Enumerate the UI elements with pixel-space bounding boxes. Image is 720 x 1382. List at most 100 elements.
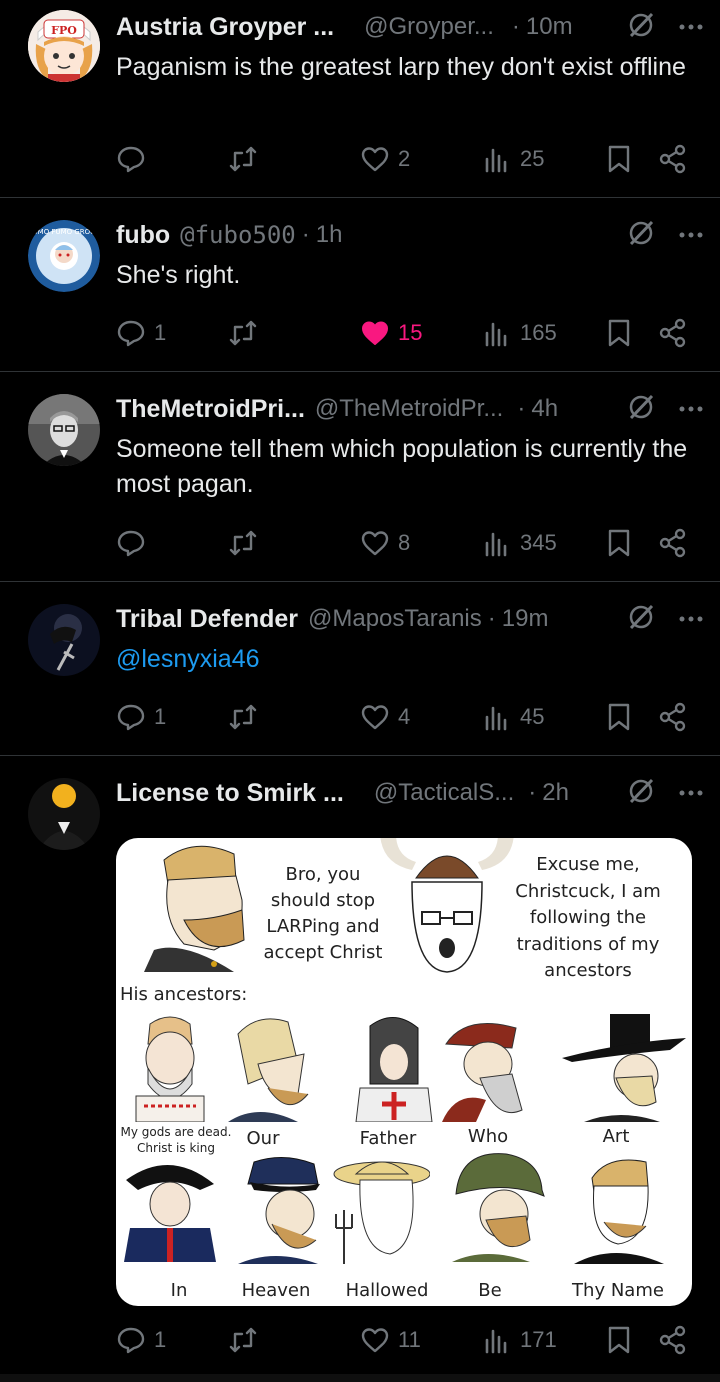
views-icon xyxy=(485,1329,507,1354)
display-name[interactable]: Austria Groyper ... xyxy=(116,13,334,42)
grok-icon[interactable] xyxy=(626,10,656,45)
views-button[interactable]: 165 xyxy=(482,316,557,350)
more-icon[interactable] xyxy=(678,18,704,36)
bookmark-icon xyxy=(608,703,630,731)
bookmark-icon xyxy=(608,145,630,173)
post-image[interactable]: Bro, you should stop LARPing and accept … xyxy=(116,838,692,1306)
napoleonic-ancestor-illustration xyxy=(124,1164,216,1262)
bookmark-button[interactable] xyxy=(604,1323,634,1357)
views-button[interactable]: 45 xyxy=(482,700,544,734)
display-name[interactable]: fubo xyxy=(116,221,170,250)
like-icon xyxy=(361,531,389,556)
avatar-ring-text: FUMO FUMO GROUP xyxy=(29,228,100,236)
grok-icon[interactable] xyxy=(626,392,656,427)
user-handle[interactable]: @MaposTaranis xyxy=(308,605,482,633)
separator-dot: · xyxy=(528,779,537,806)
like-button[interactable]: 8 xyxy=(360,526,410,560)
views-button[interactable]: 171 xyxy=(482,1323,557,1357)
like-button[interactable]: 15 xyxy=(360,316,422,350)
like-count: 15 xyxy=(398,320,423,345)
like-button[interactable]: 2 xyxy=(360,142,410,176)
modern-ancestor-illustration xyxy=(574,1159,664,1264)
post-actions: 1 11 171 xyxy=(116,1323,690,1357)
views-button[interactable]: 25 xyxy=(482,142,544,176)
like-button[interactable]: 4 xyxy=(360,700,410,734)
repost-button[interactable] xyxy=(228,700,266,734)
bookmark-button[interactable] xyxy=(604,316,634,350)
views-icon xyxy=(485,706,507,731)
display-name[interactable]: Tribal Defender xyxy=(116,605,298,634)
like-button[interactable]: 11 xyxy=(360,1323,421,1357)
share-button[interactable] xyxy=(658,142,688,176)
reply-button[interactable] xyxy=(116,526,154,560)
repost-button[interactable] xyxy=(228,316,266,350)
avatar[interactable] xyxy=(28,394,100,466)
reply-button[interactable]: 1 xyxy=(116,700,166,734)
grok-icon[interactable] xyxy=(626,218,656,253)
ww2-soldier-ancestor-illustration xyxy=(452,1153,545,1262)
post-time[interactable]: 10m xyxy=(526,13,573,41)
repost-button[interactable] xyxy=(228,142,266,176)
avatar-cap-text: FPO xyxy=(51,24,77,37)
header-actions xyxy=(626,392,704,426)
caption-be: Be xyxy=(478,1280,502,1301)
post-actions: 2 25 xyxy=(116,142,690,176)
share-button[interactable] xyxy=(658,1323,688,1357)
share-button[interactable] xyxy=(658,316,688,350)
user-handle[interactable]: @TheMetroidPr... xyxy=(315,395,503,423)
reply-button[interactable]: 1 xyxy=(116,1323,166,1357)
mention-link[interactable]: @lesnyxia46 xyxy=(116,642,690,677)
user-handle[interactable]: @Groyper... xyxy=(364,13,494,41)
post[interactable]: License to Smirk ... @TacticalS... · 2h … xyxy=(0,756,720,1382)
share-button[interactable] xyxy=(658,526,688,560)
repost-icon xyxy=(229,146,257,172)
reply-button[interactable]: 1 xyxy=(116,316,166,350)
post-text: She's right. xyxy=(116,261,241,289)
small-caption: My gods are dead. Christ is king xyxy=(120,1125,232,1155)
avatar[interactable] xyxy=(28,778,100,850)
bookmark-button[interactable] xyxy=(604,700,634,734)
user-handle[interactable]: @fubo500 xyxy=(180,221,296,249)
separator-dot: · xyxy=(487,605,496,632)
display-name[interactable]: TheMetroidPri... xyxy=(116,395,305,424)
post-time[interactable]: 4h xyxy=(531,395,558,423)
more-icon[interactable] xyxy=(678,610,704,628)
post-time[interactable]: 2h xyxy=(542,779,569,807)
post-header: fubo @fubo500 · 1h xyxy=(116,218,704,252)
share-button[interactable] xyxy=(658,700,688,734)
viking-ancestor-illustration xyxy=(228,1018,309,1122)
post-actions: 8 345 xyxy=(116,526,690,560)
views-icon xyxy=(485,148,507,173)
post-time[interactable]: 1h xyxy=(316,221,343,249)
like-icon xyxy=(361,1328,389,1353)
post[interactable]: TheMetroidPri... @TheMetroidPr... · 4h S… xyxy=(0,372,720,582)
left-speech-text: Bro, you should stop LARPing and accept … xyxy=(263,864,383,963)
grok-icon[interactable] xyxy=(626,602,656,637)
union-soldier-ancestor-illustration xyxy=(238,1157,320,1264)
caption-father: Father xyxy=(359,1128,417,1149)
avatar[interactable]: FUMO FUMO GROUP xyxy=(28,220,100,292)
more-icon[interactable] xyxy=(678,784,704,802)
view-count: 171 xyxy=(520,1327,557,1352)
more-icon[interactable] xyxy=(678,226,704,244)
avatar[interactable]: FPO xyxy=(28,10,100,82)
views-button[interactable]: 345 xyxy=(482,526,557,560)
display-name[interactable]: License to Smirk ... xyxy=(116,779,344,808)
caption-our: Our xyxy=(246,1128,280,1149)
bookmark-button[interactable] xyxy=(604,142,634,176)
post-time[interactable]: 19m xyxy=(502,605,549,633)
user-handle[interactable]: @TacticalS... xyxy=(374,779,514,807)
view-count: 165 xyxy=(520,320,557,345)
avatar[interactable] xyxy=(28,604,100,676)
repost-button[interactable] xyxy=(228,1323,266,1357)
reply-button[interactable] xyxy=(116,142,154,176)
post[interactable]: FPO Austria Groyper ... @Groyper... · 10… xyxy=(0,0,720,198)
reply-count: 1 xyxy=(154,1327,167,1352)
repost-button[interactable] xyxy=(228,526,266,560)
post[interactable]: Tribal Defender @MaposTaranis · 19m @les… xyxy=(0,582,720,756)
bookmark-button[interactable] xyxy=(604,526,634,560)
post[interactable]: FUMO FUMO GROUP fubo @fubo500 · 1h She's… xyxy=(0,198,720,372)
more-icon[interactable] xyxy=(678,400,704,418)
grok-icon[interactable] xyxy=(626,776,656,811)
views-icon xyxy=(485,532,507,557)
